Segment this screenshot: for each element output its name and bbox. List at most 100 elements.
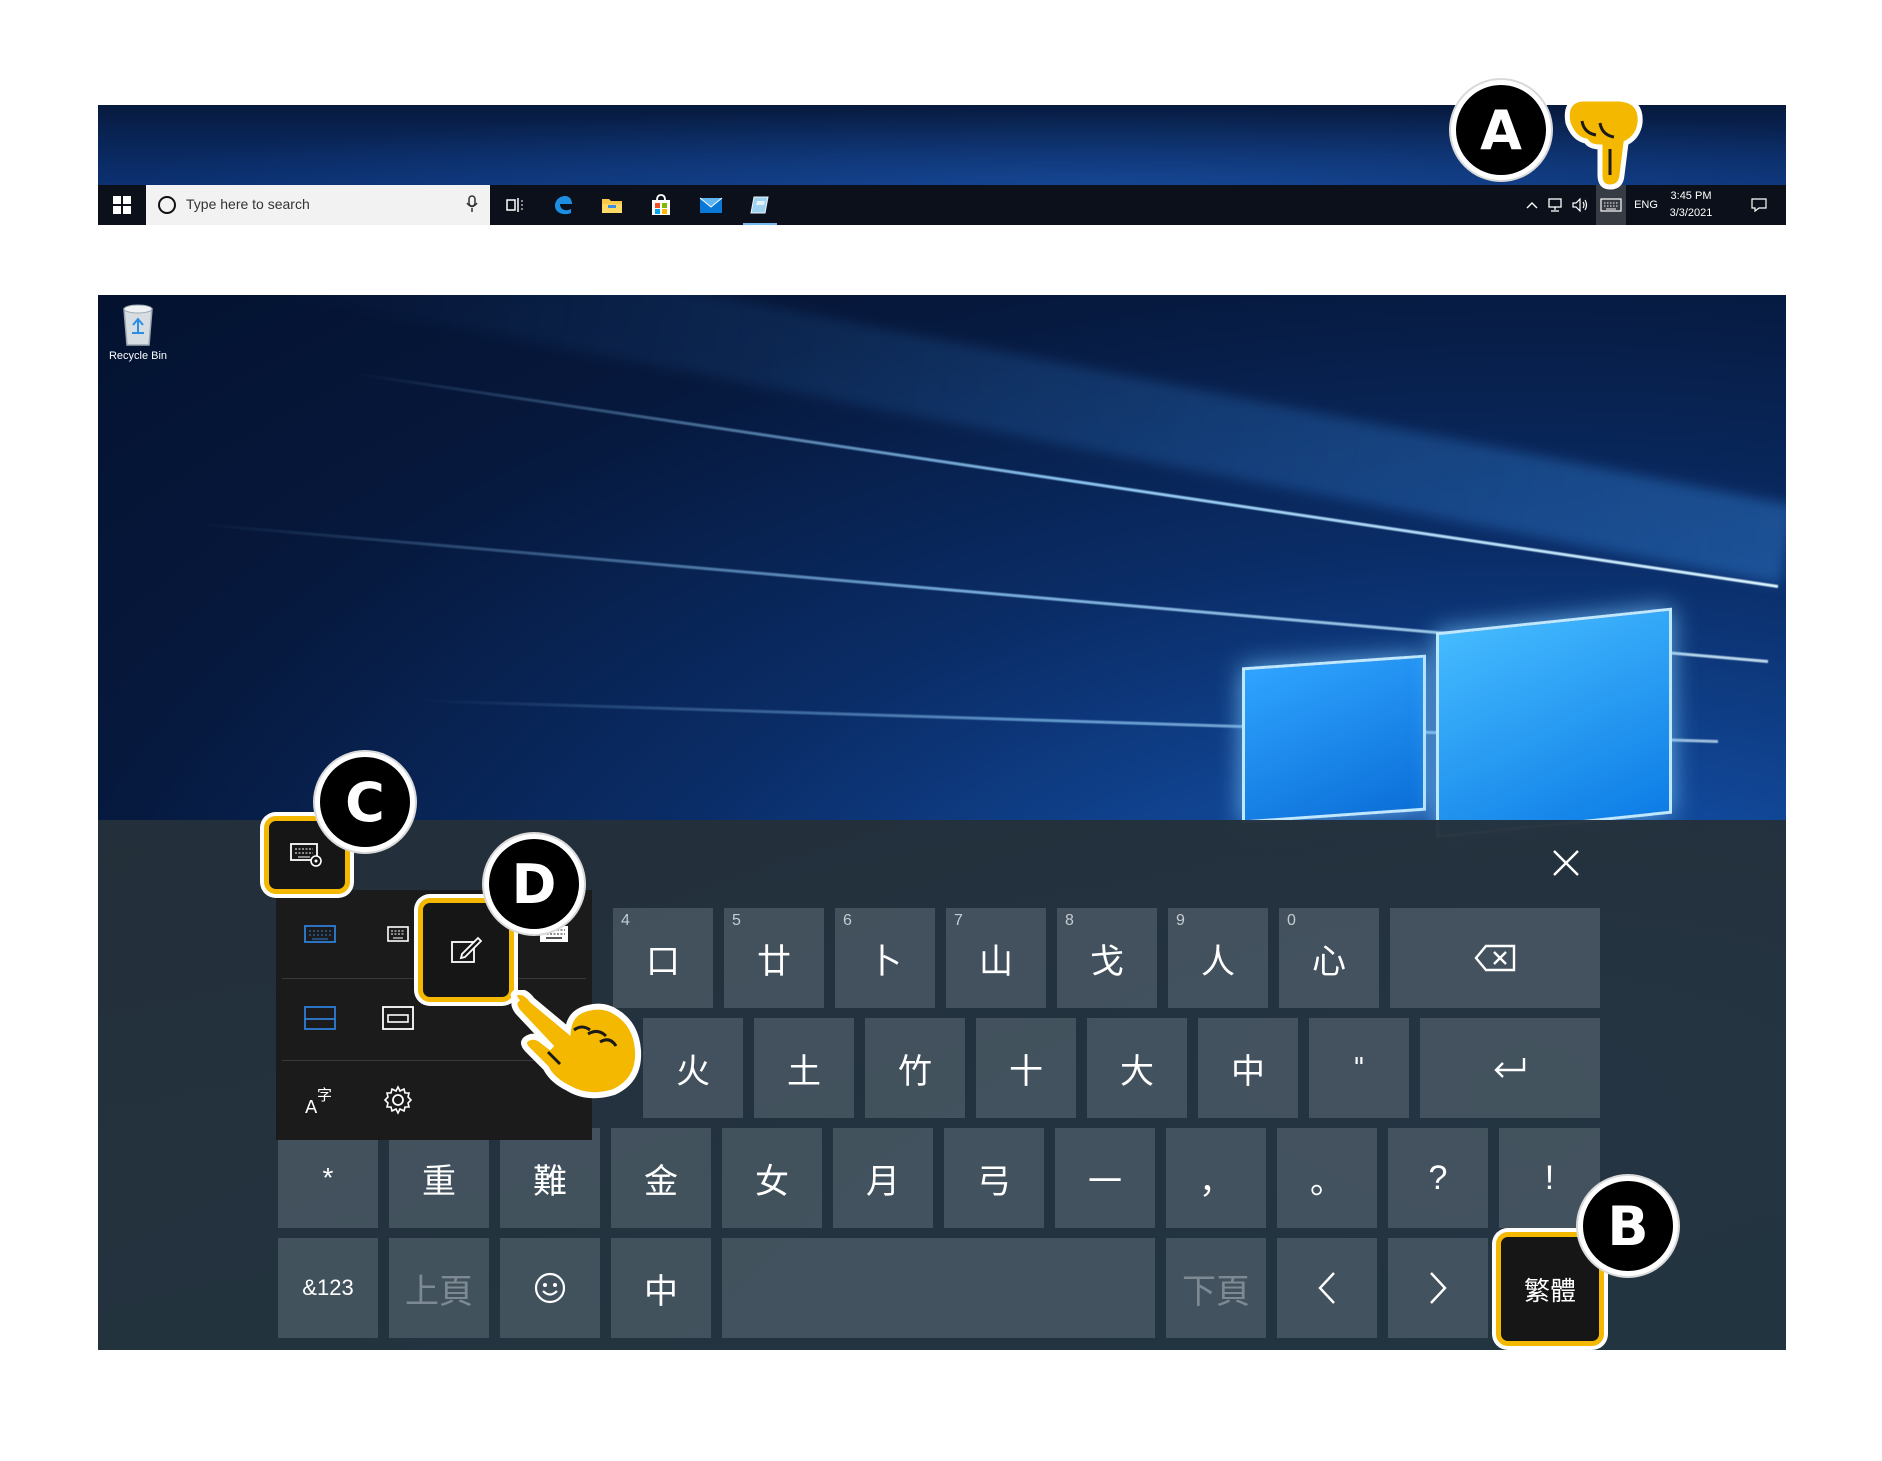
touch-keyboard-icon <box>1600 198 1622 212</box>
docked-keyboard-icon <box>304 1006 336 1030</box>
cursor-left-key[interactable] <box>1277 1238 1377 1338</box>
symbols-key[interactable]: &123 <box>278 1238 378 1338</box>
callout-badge-c: C <box>315 752 415 852</box>
language-icon: A字 <box>305 1086 332 1116</box>
emoji-icon <box>534 1272 566 1304</box>
key-row2-1[interactable]: 火 <box>643 1018 743 1118</box>
windows-logo-pane <box>1436 607 1672 839</box>
show-hidden-icons-button[interactable] <box>1522 185 1542 225</box>
recycle-bin-icon <box>123 304 153 346</box>
backspace-icon <box>1474 944 1516 972</box>
key-row3-10[interactable]: 。 <box>1277 1128 1377 1228</box>
recycle-bin-label: Recycle Bin <box>108 350 168 362</box>
app-icon <box>750 196 769 214</box>
app-taskbar-button[interactable] <box>743 191 777 225</box>
store-icon <box>652 194 670 215</box>
callout-badge-d: D <box>484 834 584 934</box>
network-icon <box>1548 198 1562 212</box>
chevron-left-icon <box>1318 1272 1335 1304</box>
mail-icon <box>699 197 723 213</box>
clock[interactable]: 3:45 PM 3/3/2021 <box>1656 188 1726 222</box>
store-taskbar-button[interactable] <box>644 191 678 219</box>
clock-date: 3/3/2021 <box>1669 207 1713 219</box>
key-row2-7[interactable]: " <box>1309 1018 1409 1118</box>
key-row1-7[interactable]: 0心 <box>1279 908 1379 1008</box>
page-down-key[interactable]: 下頁 <box>1166 1238 1266 1338</box>
page-up-key[interactable]: 上頁 <box>389 1238 489 1338</box>
ime-mode-label: 繁體 <box>1523 1276 1576 1307</box>
action-center-icon <box>1751 198 1767 213</box>
key-row1-5[interactable]: 8戈 <box>1057 908 1157 1008</box>
cursor-right-key[interactable] <box>1388 1238 1488 1338</box>
language-label: ENG <box>1634 199 1658 211</box>
search-box[interactable]: Type here to search <box>146 185 490 225</box>
key-row2-2[interactable]: 土 <box>754 1018 854 1118</box>
svg-text:字: 字 <box>317 1086 332 1104</box>
search-placeholder: Type here to search <box>186 196 310 212</box>
docked-option[interactable] <box>298 996 342 1040</box>
pointing-hand-icon <box>1564 96 1643 190</box>
windows-start-icon <box>113 196 131 214</box>
key-row3-1[interactable]: * <box>278 1128 378 1228</box>
clock-time: 3:45 PM <box>1670 190 1712 202</box>
cortana-circle-icon <box>158 196 176 214</box>
key-row3-3[interactable]: 難 <box>500 1128 600 1228</box>
key-row3-6[interactable]: 月 <box>833 1128 933 1228</box>
key-row1-3[interactable]: 6卜 <box>835 908 935 1008</box>
edge-icon <box>555 196 572 215</box>
callout-badge-a: A <box>1451 80 1551 180</box>
keyboard-small-icon <box>387 926 409 942</box>
key-row3-11[interactable]: ? <box>1388 1128 1488 1228</box>
emoji-key[interactable] <box>500 1238 600 1338</box>
key-row3-7[interactable]: 弓 <box>944 1128 1044 1228</box>
callout-badge-b: B <box>1578 1176 1678 1276</box>
settings-option[interactable] <box>376 1078 420 1122</box>
chevron-up-icon <box>1526 202 1538 209</box>
key-row3-9[interactable]: ， <box>1166 1128 1266 1228</box>
light-beam-glow <box>258 295 1786 585</box>
key-row3-2[interactable]: 重 <box>389 1128 489 1228</box>
task-view-button[interactable] <box>498 191 532 219</box>
close-icon[interactable] <box>1551 848 1581 878</box>
keyboard-settings-icon <box>290 843 322 867</box>
task-view-icon <box>506 198 523 212</box>
chevron-right-icon <box>1430 1272 1447 1304</box>
gear-icon <box>383 1085 413 1115</box>
keyboard-default-icon <box>304 925 336 943</box>
handwriting-icon <box>451 936 482 963</box>
file-explorer-taskbar-button[interactable] <box>595 191 629 219</box>
key-row2-4[interactable]: 十 <box>976 1018 1076 1118</box>
backspace-key[interactable] <box>1390 908 1600 1008</box>
default-layout-option[interactable] <box>298 912 342 956</box>
active-app-indicator <box>743 223 777 225</box>
file-explorer-icon <box>602 199 622 213</box>
key-row2-3[interactable]: 竹 <box>865 1018 965 1118</box>
key-row3-8[interactable]: 一 <box>1055 1128 1155 1228</box>
enter-key[interactable] <box>1420 1018 1600 1118</box>
chinese-mode-key[interactable]: 中 <box>611 1238 711 1338</box>
key-row2-5[interactable]: 大 <box>1087 1018 1187 1118</box>
start-button[interactable] <box>98 185 146 225</box>
key-row2-6[interactable]: 中 <box>1198 1018 1298 1118</box>
windows-logo-pane <box>1242 654 1426 824</box>
edge-taskbar-button[interactable] <box>546 191 580 219</box>
small-layout-option[interactable] <box>376 912 420 956</box>
volume-icon <box>1572 198 1588 212</box>
touch-keyboard: 4口 5廿 6卜 7山 8戈 9人 0心 火 土 竹 十 大 中 " * 重 難… <box>98 816 1786 1350</box>
taskbar: Type here to search ENG 3:45 PM 3/3/2021 <box>98 185 1786 225</box>
microphone-icon[interactable] <box>466 195 478 213</box>
key-row1-4[interactable]: 7山 <box>946 908 1046 1008</box>
key-row3-4[interactable]: 金 <box>611 1128 711 1228</box>
tapping-hand-icon <box>510 990 642 1099</box>
language-preferences-option[interactable]: A字 <box>298 1078 342 1122</box>
key-row1-6[interactable]: 9人 <box>1168 908 1268 1008</box>
enter-icon <box>1494 1058 1526 1078</box>
recycle-bin[interactable]: Recycle Bin <box>106 303 170 362</box>
action-center-button[interactable] <box>1744 185 1774 225</box>
undocked-keyboard-icon <box>382 1006 414 1030</box>
mail-taskbar-button[interactable] <box>694 191 728 219</box>
space-key[interactable] <box>722 1238 1155 1338</box>
key-row3-5[interactable]: 女 <box>722 1128 822 1228</box>
key-row1-2[interactable]: 5廿 <box>724 908 824 1008</box>
undocked-option[interactable] <box>376 996 420 1040</box>
